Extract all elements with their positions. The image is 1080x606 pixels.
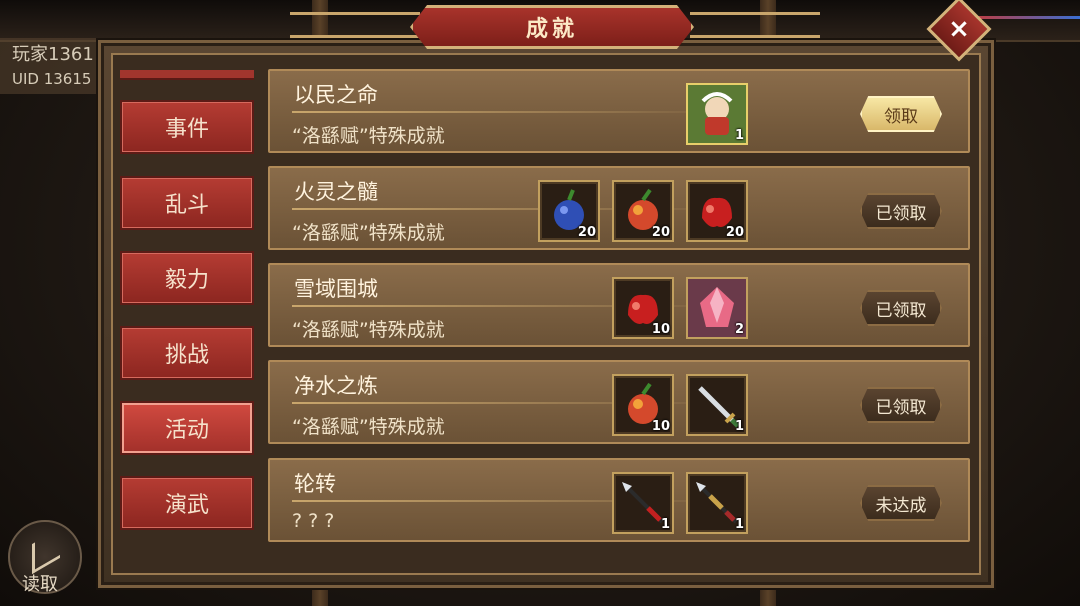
tab-2[interactable]: 乱斗 [120, 176, 254, 230]
orange-fruit-reward-item[interactable]: 10 [612, 374, 674, 436]
achievement-title: 雪域围城 [294, 277, 378, 301]
blue-fruit-reward-item[interactable]: 20 [538, 180, 600, 242]
achievement-description: “洛繇赋”特殊成就 [292, 416, 445, 438]
orange-fruit-reward-item[interactable]: 20 [612, 180, 674, 242]
achievement-title: 净水之炼 [294, 374, 378, 398]
title-ornament-left [290, 12, 420, 38]
achievement-title: 火灵之髓 [294, 180, 378, 204]
window-title: 成就 [525, 17, 578, 42]
achievement-description: “洛繇赋”特殊成就 [292, 222, 445, 244]
reward-count: 1 [734, 419, 744, 434]
reward-count: 1 [660, 517, 670, 532]
claimed-button[interactable]: 已领取 [860, 387, 942, 423]
reward-count: 20 [725, 225, 744, 240]
achievement-title: 以民之命 [294, 83, 378, 107]
achievement-row: 火灵之髓 “洛繇赋”特殊成就 20 20 20 已领取 [268, 166, 970, 250]
title-ornament-right [690, 12, 820, 38]
red-fruit-reward-item[interactable]: 10 [612, 277, 674, 339]
sword-reward-item[interactable]: 1 [686, 374, 748, 436]
tab-4[interactable]: 挑战 [120, 326, 254, 380]
achievement-row: 雪域围城 “洛繇赋”特殊成就 10 2 已领取 [268, 263, 970, 347]
tab-1[interactable]: 事件 [120, 100, 254, 154]
achievement-description: “洛繇赋”特殊成就 [292, 125, 445, 147]
spear-gold-reward-item[interactable]: 1 [686, 472, 748, 534]
spear-red-reward-item[interactable]: 1 [612, 472, 674, 534]
read-button-label: 读取 [22, 574, 58, 595]
reward-count: 1 [734, 517, 744, 532]
hp-bar [970, 16, 1080, 19]
red-fruit-reward-item[interactable]: 20 [686, 180, 748, 242]
npc-avatar-reward-item[interactable]: 1 [686, 83, 748, 145]
player-name: 玩家1361 [12, 44, 94, 65]
claim-button[interactable]: 领取 [860, 96, 942, 132]
window-title-plaque: 成就 [410, 5, 694, 49]
reward-count: 10 [651, 419, 670, 434]
pink-crystal-reward-item[interactable]: 2 [686, 277, 748, 339]
player-uid: UID 13615 [12, 70, 92, 88]
player-info[interactable]: 玩家1361 UID 13615 [0, 38, 112, 94]
reward-count: 2 [734, 322, 744, 337]
close-icon: × [948, 14, 970, 44]
row-divider [292, 111, 732, 113]
tab-3[interactable]: 毅力 [120, 251, 254, 305]
achievement-description: ? ? ? [292, 510, 335, 532]
read-icon [32, 527, 60, 575]
claimed-button[interactable]: 已领取 [860, 193, 942, 229]
reward-count: 10 [651, 322, 670, 337]
achievement-row: 以民之命 “洛繇赋”特殊成就 1 领取 [268, 69, 970, 153]
achievement-row: 净水之炼 “洛繇赋”特殊成就 10 1 已领取 [268, 360, 970, 444]
tab-scroll-partial[interactable] [120, 70, 254, 80]
reward-count: 20 [651, 225, 670, 240]
achievement-description: “洛繇赋”特殊成就 [292, 319, 445, 341]
reward-count: 1 [734, 128, 744, 143]
locked-button[interactable]: 未达成 [860, 485, 942, 521]
claimed-button[interactable]: 已领取 [860, 290, 942, 326]
achievement-title: 轮转 [294, 472, 336, 496]
achievement-row: 轮转 ? ? ? 1 1 未达成 [268, 458, 970, 542]
tab-6[interactable]: 演武 [120, 476, 254, 530]
reward-count: 20 [577, 225, 596, 240]
tab-5[interactable]: 活动 [120, 401, 254, 455]
